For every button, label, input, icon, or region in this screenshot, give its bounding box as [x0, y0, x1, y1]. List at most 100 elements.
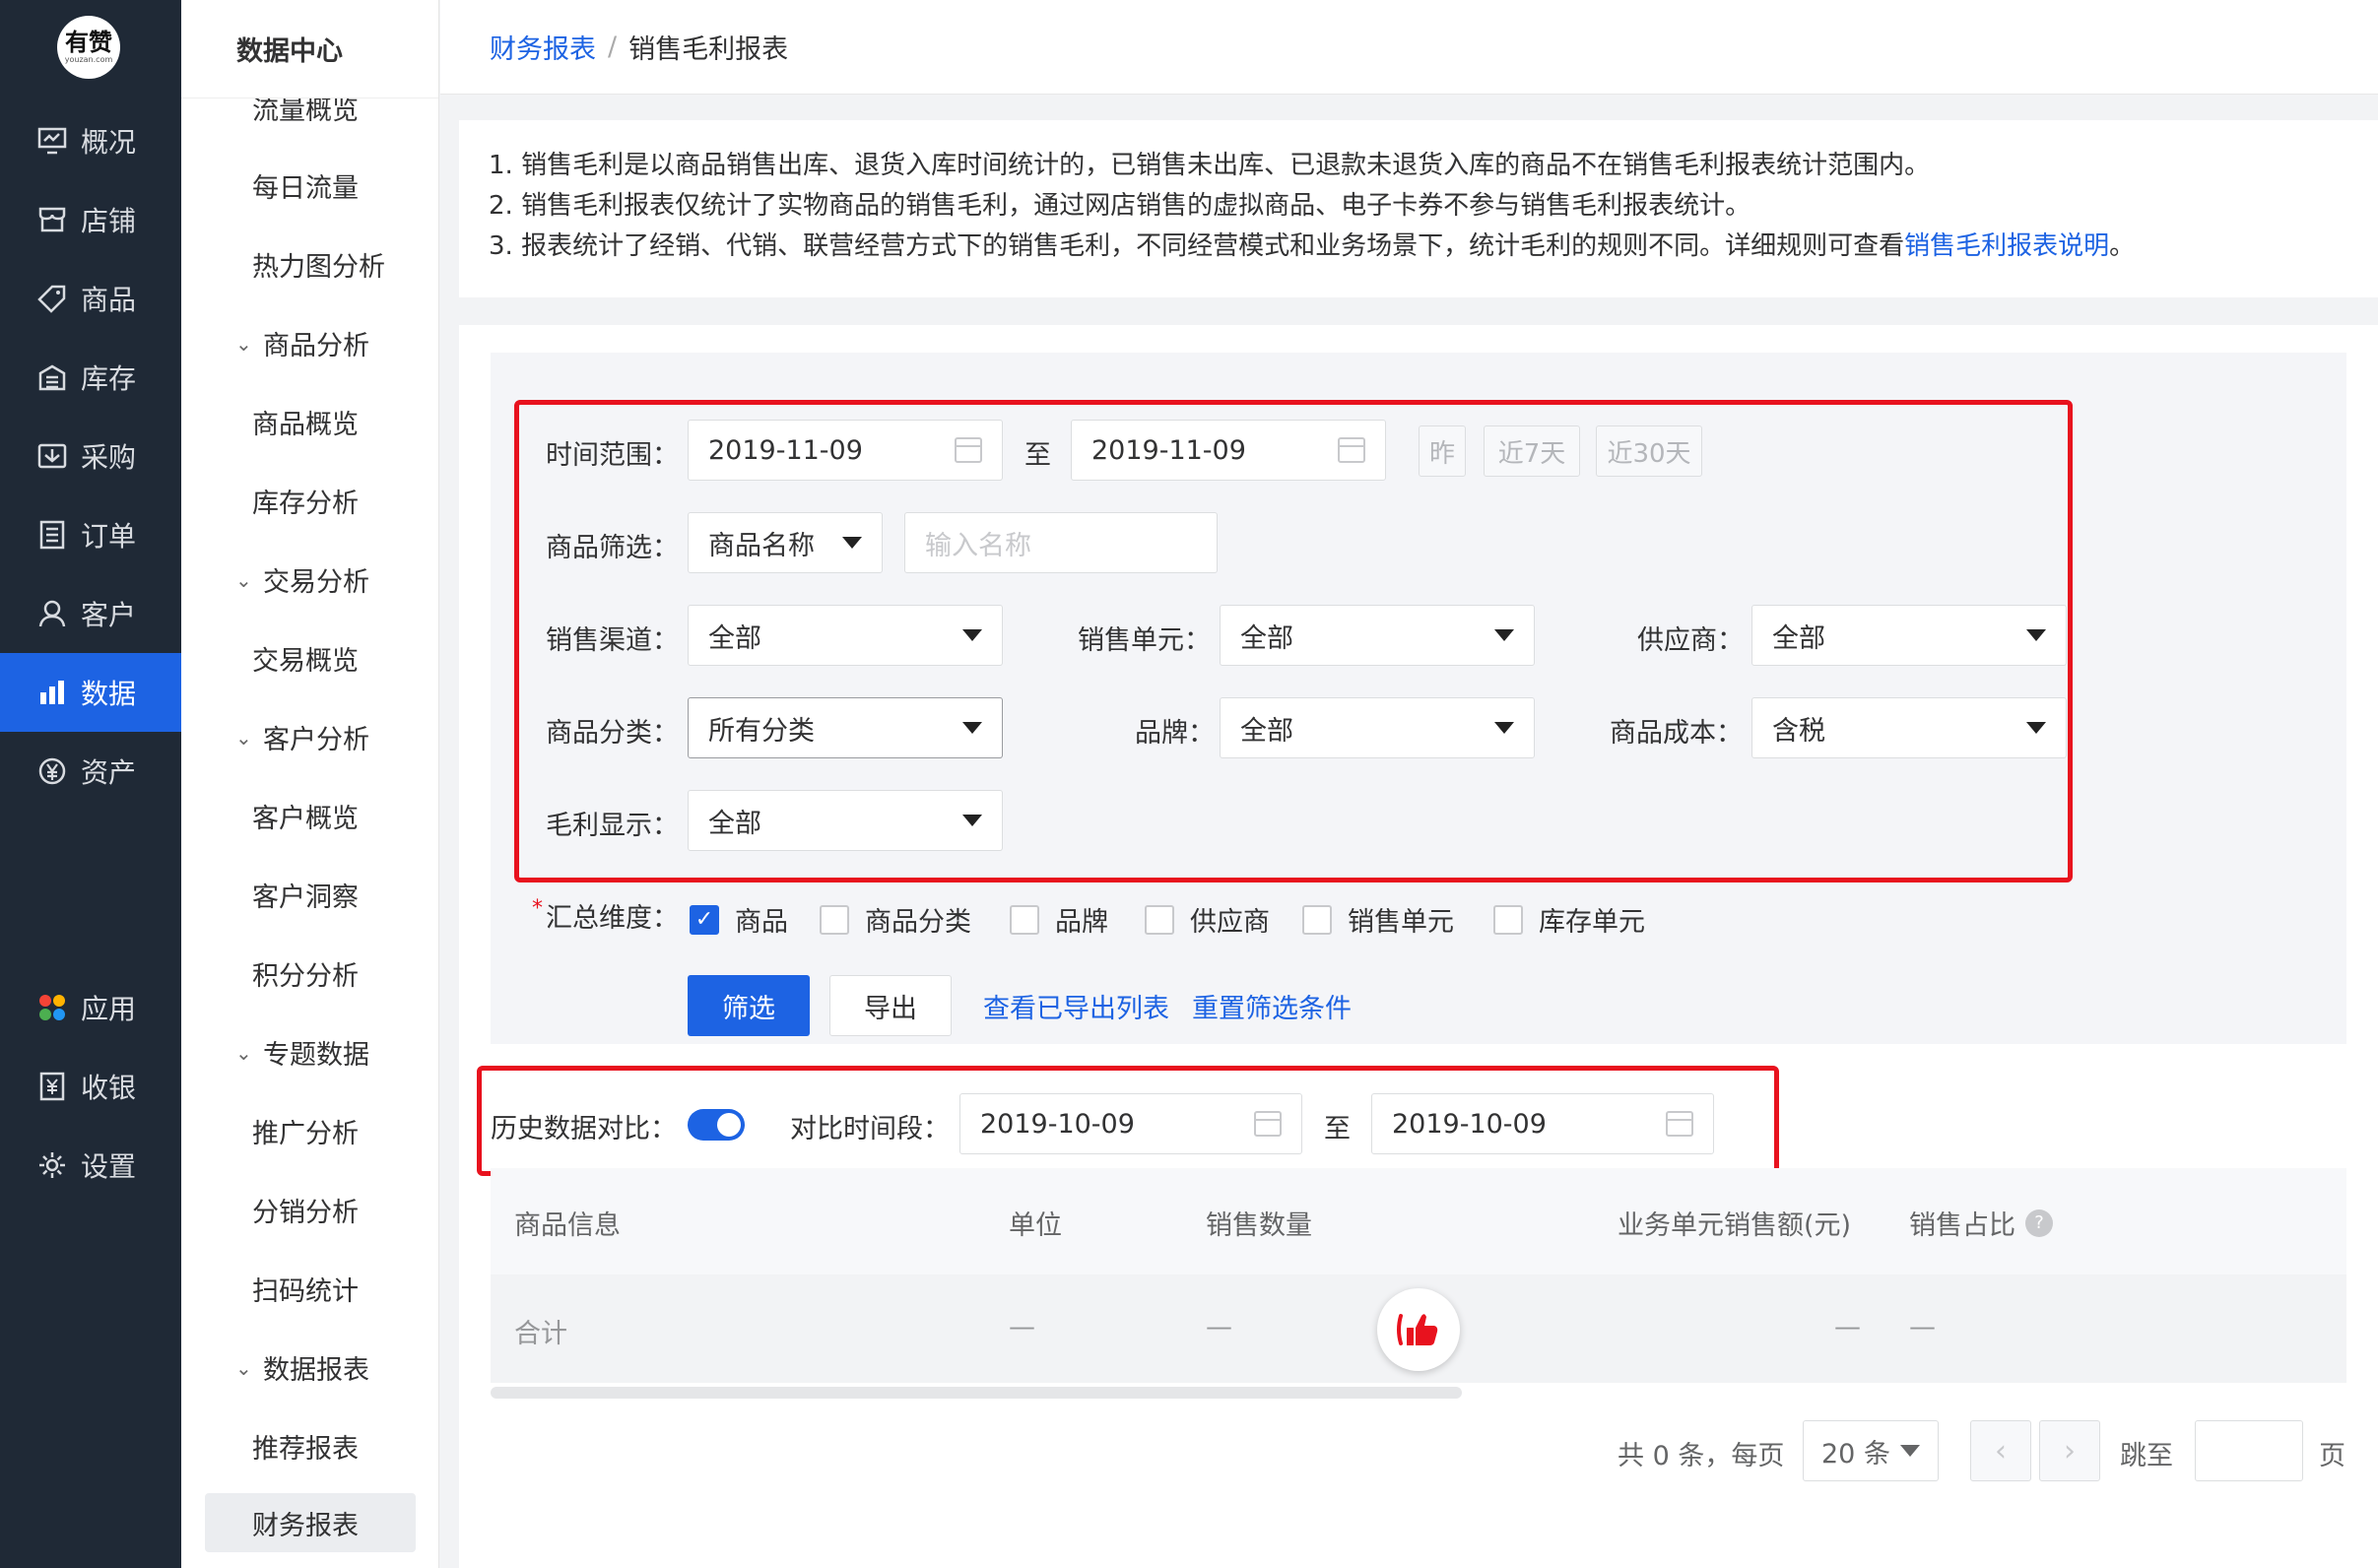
sidebar-group-goods[interactable]: ⌄ 商品分析	[235, 324, 369, 362]
sidebar-item-stock-analysis[interactable]: 库存分析	[252, 482, 359, 520]
nav-item-goods[interactable]: 商品	[0, 259, 181, 338]
sidebar-item-trade-overview[interactable]: 交易概览	[252, 639, 359, 678]
column-header-unit: 单位	[1009, 1210, 1062, 1241]
sidebar-item-daily-traffic[interactable]: 每日流量	[252, 166, 359, 205]
nav-item-orders[interactable]: 订单	[0, 495, 181, 574]
nav-item-assets[interactable]: 资产	[0, 732, 181, 811]
sidebar-item-finance-report[interactable]: 财务报表	[205, 1493, 416, 1552]
sidebar-item-distribution-analysis[interactable]: 分销分析	[252, 1191, 359, 1229]
dimension-checkbox-category[interactable]: 商品分类	[820, 900, 971, 939]
table-header: 商品信息 单位 销售数量 业务单元销售额(元) 销售占比?	[491, 1168, 2346, 1274]
filter-panel: 时间范围： 2019-11-09 至 2019-11-09 昨 近7天 近30天…	[491, 353, 2346, 1044]
notice-line-1: 1. 销售毛利是以商品销售出库、退货入库时间统计的，已销售未出库、已退款未退货入…	[489, 151, 1931, 180]
column-header-unit-sales-amount: 业务单元销售额(元)	[1618, 1210, 1852, 1241]
breadcrumb: 财务报表 / 销售毛利报表	[440, 0, 2378, 95]
sidebar-group-label: 专题数据	[263, 1040, 369, 1071]
dimension-option-label: 供应商	[1190, 907, 1270, 938]
nav-item-label: 客户	[81, 599, 137, 631]
sidebar-group-reports[interactable]: ⌄ 数据报表	[235, 1348, 369, 1387]
total-row-amount: —	[1834, 1312, 1861, 1342]
highlight-box-filters	[514, 400, 2073, 882]
next-page-button[interactable]: ›	[2039, 1420, 2100, 1481]
sidebar-group-trade[interactable]: ⌄ 交易分析	[235, 560, 369, 599]
pagination-total: 共 0 条，每页	[1618, 1441, 1785, 1471]
prev-page-button[interactable]: ‹	[1970, 1420, 2031, 1481]
chevron-down-icon: ⌄	[235, 725, 252, 750]
total-row-qty: —	[1206, 1312, 1232, 1342]
dimension-option-label: 销售单元	[1348, 907, 1454, 938]
sidebar-item-scan-stats[interactable]: 扫码统计	[252, 1270, 359, 1308]
sidebar-item-promo-analysis[interactable]: 推广分析	[252, 1112, 359, 1150]
sidebar-item-goods-overview[interactable]: 商品概览	[252, 403, 359, 441]
reset-filters-link[interactable]: 重置筛选条件	[1192, 987, 1352, 1025]
sidebar-item-recommended-report[interactable]: 推荐报表	[252, 1427, 359, 1466]
sidebar-item-heatmap[interactable]: 热力图分析	[252, 245, 385, 284]
dimension-checkbox-supplier[interactable]: 供应商	[1145, 900, 1270, 939]
gear-icon	[35, 1148, 69, 1182]
nav-item-inventory[interactable]: 库存	[0, 338, 181, 417]
store-icon	[35, 203, 69, 236]
dimension-checkbox-sales-unit[interactable]: 销售单元	[1302, 900, 1454, 939]
nav-item-customers[interactable]: 客户	[0, 574, 181, 653]
dimension-option-label: 商品	[735, 907, 788, 938]
thumbs-up-badge[interactable]	[1377, 1288, 1460, 1371]
nav-item-apps[interactable]: 应用	[0, 968, 181, 1047]
notice-line-3-text: 3. 报表统计了经销、代销、联营经营方式下的销售毛利，不同经营模式和业务场景下，…	[489, 231, 1905, 261]
nav-item-cashier[interactable]: 收银	[0, 1047, 181, 1126]
chevron-down-icon: ⌄	[235, 331, 252, 356]
checkbox-empty-icon	[1493, 904, 1523, 935]
notice-line-3: 3. 报表统计了经销、代销、联营经营方式下的销售毛利，不同经营模式和业务场景下，…	[489, 227, 2348, 267]
dimension-checkbox-goods[interactable]: ✓ 商品	[690, 900, 788, 939]
chevron-down-icon: ⌄	[235, 567, 252, 592]
total-row-share: —	[1909, 1312, 1936, 1342]
filter-button[interactable]: 筛选	[688, 975, 810, 1036]
logo-text: 有赞	[65, 29, 112, 56]
dimension-label: 汇总维度：	[546, 903, 679, 934]
checkbox-empty-icon	[820, 904, 849, 935]
sidebar-group-topic[interactable]: ⌄ 专题数据	[235, 1033, 369, 1072]
export-button[interactable]: 导出	[829, 975, 952, 1036]
breadcrumb-parent-link[interactable]: 财务报表	[490, 28, 596, 66]
sidebar-group-label: 客户分析	[263, 725, 369, 755]
nav-item-overview[interactable]: 概况	[0, 101, 181, 180]
sidebar-item-points-analysis[interactable]: 积分分析	[252, 954, 359, 993]
youzan-logo[interactable]: 有赞 youzan.com	[57, 16, 120, 79]
sidebar-item-customer-insight[interactable]: 客户洞察	[252, 876, 359, 914]
nav-item-label: 概况	[81, 126, 137, 159]
cashier-icon	[35, 1070, 69, 1103]
highlight-box-compare	[477, 1066, 1779, 1176]
primary-sidebar: 有赞 youzan.com 概况 店铺 商品 库存 采购 订单 客户 数据 资产…	[0, 0, 181, 1568]
chevron-down-icon: ⌄	[235, 1355, 252, 1380]
sidebar-group-label: 数据报表	[263, 1355, 369, 1386]
column-header-sales-qty: 销售数量	[1206, 1210, 1312, 1241]
nav-item-purchase[interactable]: 采购	[0, 417, 181, 495]
thumbs-up-icon	[1397, 1314, 1438, 1345]
purchase-icon	[35, 439, 69, 473]
dimension-checkbox-brand[interactable]: 品牌	[1010, 900, 1108, 939]
help-icon[interactable]: ?	[2025, 1209, 2053, 1237]
checkbox-empty-icon	[1145, 904, 1174, 935]
sidebar-item-customer-overview[interactable]: 客户概览	[252, 797, 359, 835]
report-explanation-link[interactable]: 销售毛利报表说明	[1904, 231, 2109, 261]
view-exports-link[interactable]: 查看已导出列表	[983, 987, 1169, 1025]
jump-page-input[interactable]	[2195, 1420, 2303, 1481]
nav-item-store[interactable]: 店铺	[0, 180, 181, 259]
nav-item-data[interactable]: 数据	[0, 653, 181, 732]
page-size-value: 20 条	[1821, 1438, 1890, 1470]
sidebar-group-customer[interactable]: ⌄ 客户分析	[235, 718, 369, 756]
nav-item-settings[interactable]: 设置	[0, 1126, 181, 1205]
dimension-checkbox-stock-unit[interactable]: 库存单元	[1493, 900, 1645, 939]
order-icon	[35, 518, 69, 552]
page-size-select[interactable]: 20 条	[1803, 1420, 1939, 1481]
customer-icon	[35, 597, 69, 630]
checkbox-empty-icon	[1302, 904, 1332, 935]
page-suffix-label: 页	[2319, 1441, 2345, 1471]
secondary-sidebar: 数据中心 流量概览 每日流量 热力图分析 ⌄ 商品分析 商品概览 库存分析 ⌄ 交易…	[181, 0, 439, 1568]
horizontal-scrollbar[interactable]	[491, 1387, 1462, 1399]
nav-item-label: 设置	[81, 1150, 137, 1183]
column-header-sales-share: 销售占比?	[1909, 1204, 2053, 1242]
nav-item-label: 资产	[81, 756, 137, 789]
tag-icon	[35, 282, 69, 315]
yen-icon	[35, 754, 69, 788]
checkbox-empty-icon	[1010, 904, 1039, 935]
